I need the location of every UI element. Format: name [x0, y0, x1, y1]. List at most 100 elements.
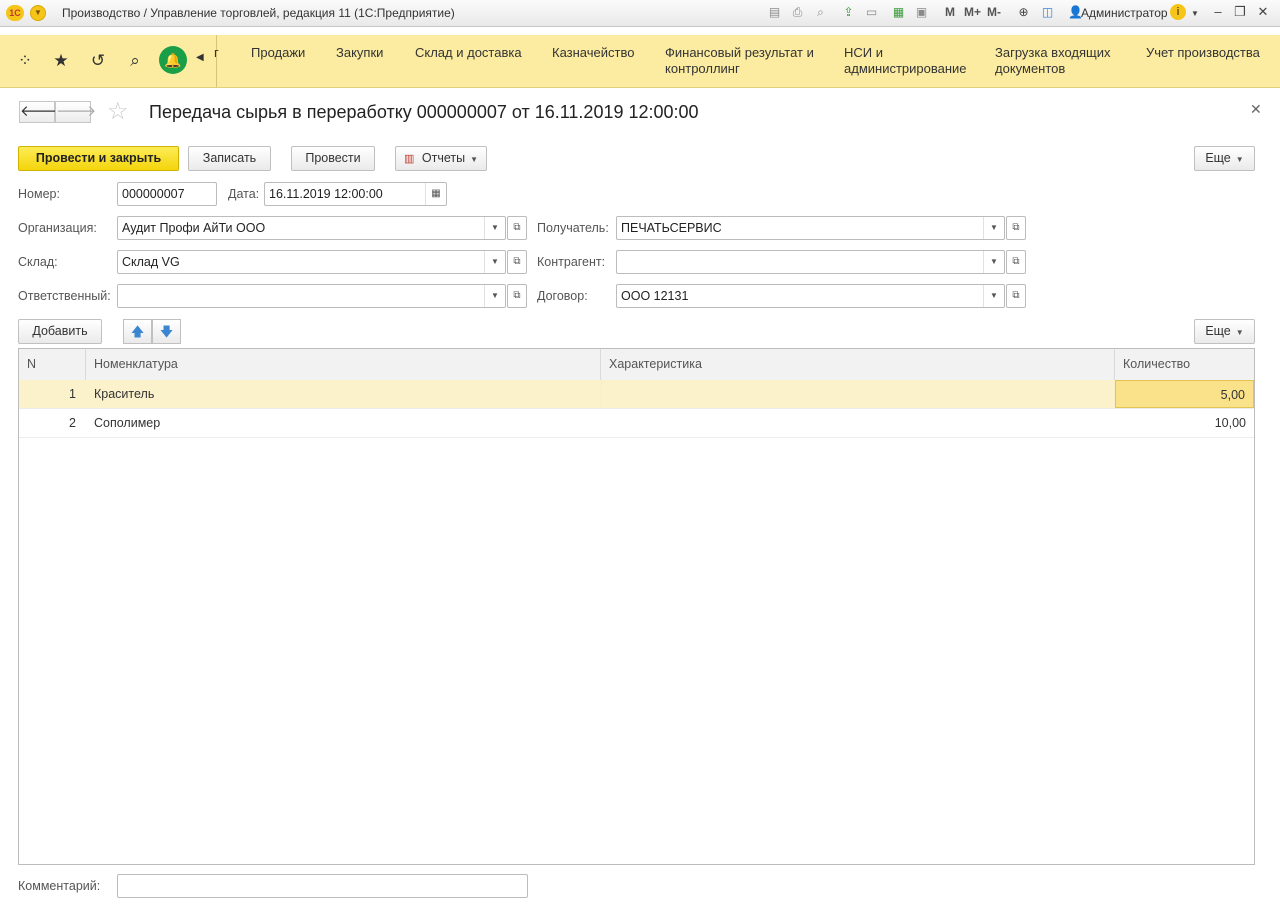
- row-quantity[interactable]: 5,00: [1115, 380, 1254, 408]
- column-header-n[interactable]: N: [19, 349, 86, 380]
- favorite-star-icon[interactable]: ☆: [107, 99, 129, 125]
- table-more-button[interactable]: Еще ▼: [1194, 319, 1255, 344]
- main-menu-button[interactable]: ▼: [30, 5, 46, 21]
- forward-button[interactable]: 🡒: [55, 101, 96, 123]
- row-quantity[interactable]: 10,00: [1115, 409, 1254, 437]
- apps-grid-icon[interactable]: ⁘: [14, 50, 36, 72]
- section-warehouse[interactable]: Склад и доставка: [415, 45, 522, 61]
- number-label: Номер:: [18, 187, 60, 201]
- document-icon[interactable]: ▭: [864, 5, 879, 20]
- chevron-down-icon: ▼: [470, 155, 479, 164]
- move-up-icon[interactable]: 🡅: [123, 319, 152, 344]
- column-header-nomenclature[interactable]: Номенклатура: [86, 349, 601, 380]
- column-header-characteristic[interactable]: Характеристика: [601, 349, 1115, 380]
- warehouse-field[interactable]: Склад VG ▼: [117, 250, 506, 274]
- section-financial-result-line2: контроллинг: [665, 61, 740, 76]
- chevron-down-icon[interactable]: ▼: [484, 285, 505, 307]
- recipient-label: Получатель:: [537, 221, 609, 235]
- row-characteristic[interactable]: [601, 409, 1115, 437]
- preview-icon[interactable]: ⌕: [813, 5, 828, 20]
- print-icon[interactable]: ⎙: [790, 5, 805, 20]
- info-icon[interactable]: i: [1170, 4, 1186, 20]
- collapse-arrow-icon[interactable]: ◀: [196, 52, 204, 63]
- save-icon[interactable]: ▤: [767, 5, 782, 20]
- comment-label: Комментарий:: [18, 879, 101, 893]
- date-field[interactable]: 16.11.2019 12:00:00 ▦: [264, 182, 447, 206]
- responsible-open-icon[interactable]: ⧉: [507, 284, 527, 308]
- reports-label: Отчеты: [421, 151, 466, 165]
- recipient-open-icon[interactable]: ⧉: [1006, 216, 1026, 240]
- chevron-down-icon[interactable]: ▼: [484, 251, 505, 273]
- minimize-icon[interactable]: –: [1209, 4, 1227, 20]
- chevron-down-icon[interactable]: ▼: [983, 217, 1004, 239]
- close-form-icon[interactable]: ✕: [1250, 101, 1262, 118]
- counterparty-field[interactable]: ▼: [616, 250, 1005, 274]
- zoom-icon[interactable]: ⊕: [1016, 5, 1031, 20]
- section-purchases[interactable]: Закупки: [336, 45, 383, 61]
- calendar-icon[interactable]: ▣: [914, 5, 929, 20]
- table-row[interactable]: 1 Краситель 5,00: [19, 380, 1254, 409]
- recipient-field[interactable]: ПЕЧАТЬСЕРВИС ▼: [616, 216, 1005, 240]
- section-partial[interactable]: г: [214, 45, 219, 61]
- restore-icon[interactable]: ❐: [1231, 4, 1249, 20]
- row-characteristic[interactable]: [601, 380, 1115, 408]
- close-window-icon[interactable]: ✕: [1254, 4, 1272, 20]
- organization-label: Организация:: [18, 221, 97, 235]
- history-icon[interactable]: ↺: [87, 50, 109, 72]
- organization-open-icon[interactable]: ⧉: [507, 216, 527, 240]
- date-value: 16.11.2019 12:00:00: [269, 187, 383, 201]
- favorites-star-icon[interactable]: ★: [50, 50, 72, 72]
- counterparty-open-icon[interactable]: ⧉: [1006, 250, 1026, 274]
- row-number: 2: [69, 416, 76, 430]
- memory-button[interactable]: M: [945, 5, 955, 20]
- comment-field[interactable]: [117, 874, 528, 898]
- contract-label: Договор:: [537, 289, 588, 303]
- move-down-icon[interactable]: 🡇: [152, 319, 181, 344]
- chevron-down-icon[interactable]: ▼: [484, 217, 505, 239]
- recipient-value: ПЕЧАТЬСЕРВИС: [621, 221, 722, 235]
- add-row-button[interactable]: Добавить: [18, 319, 102, 344]
- contract-open-icon[interactable]: ⧉: [1006, 284, 1026, 308]
- table-row[interactable]: 2 Сополимер 10,00: [19, 409, 1254, 438]
- section-incoming-docs-line1: Загрузка входящих: [995, 45, 1111, 60]
- info-dropdown-icon[interactable]: ▼: [1191, 9, 1199, 18]
- calculator-icon[interactable]: ▦: [891, 5, 906, 20]
- user-name[interactable]: Администратор: [1081, 6, 1168, 20]
- column-header-quantity[interactable]: Количество: [1115, 349, 1254, 380]
- upload-icon[interactable]: ⇪: [841, 5, 856, 20]
- back-button[interactable]: 🡐: [19, 101, 60, 123]
- calendar-picker-icon[interactable]: ▦: [425, 183, 446, 205]
- memory-minus-button[interactable]: M-: [987, 5, 1001, 20]
- memory-plus-button[interactable]: M+: [964, 5, 981, 20]
- reports-button[interactable]: ▥ Отчеты ▼: [395, 146, 487, 171]
- items-table[interactable]: N Номенклатура Характеристика Количество…: [18, 348, 1255, 865]
- warehouse-label: Склад:: [18, 255, 58, 269]
- more-button[interactable]: Еще ▼: [1194, 146, 1255, 171]
- panel-icon[interactable]: ◫: [1040, 5, 1055, 20]
- chevron-down-icon[interactable]: ▼: [983, 251, 1004, 273]
- organization-field[interactable]: Аудит Профи АйТи ООО ▼: [117, 216, 506, 240]
- window-title: Производство / Управление торговлей, ред…: [62, 6, 455, 20]
- section-financial-result[interactable]: Финансовый результат и контроллинг: [665, 45, 814, 77]
- warehouse-open-icon[interactable]: ⧉: [507, 250, 527, 274]
- section-production[interactable]: Учет производства: [1146, 45, 1260, 61]
- row-number: 1: [69, 387, 76, 401]
- post-and-close-button[interactable]: Провести и закрыть: [18, 146, 179, 171]
- row-nomenclature[interactable]: Краситель: [94, 380, 594, 408]
- section-treasury[interactable]: Казначейство: [552, 45, 634, 61]
- contract-field[interactable]: ООО 12131 ▼: [616, 284, 1005, 308]
- 1c-logo-icon: 1С: [6, 5, 24, 21]
- section-incoming-docs[interactable]: Загрузка входящих документов: [995, 45, 1110, 77]
- section-sales[interactable]: Продажи: [251, 45, 305, 61]
- post-button[interactable]: Провести: [291, 146, 375, 171]
- chevron-down-icon[interactable]: ▼: [983, 285, 1004, 307]
- section-nsi-admin[interactable]: НСИ и администрирование: [844, 45, 967, 77]
- responsible-field[interactable]: ▼: [117, 284, 506, 308]
- save-button[interactable]: Записать: [188, 146, 271, 171]
- tools-divider: [216, 35, 217, 87]
- notifications-bell-icon[interactable]: 🔔: [159, 46, 187, 74]
- search-icon[interactable]: ⌕: [124, 50, 146, 72]
- number-field[interactable]: 000000007: [117, 182, 217, 206]
- row-nomenclature[interactable]: Сополимер: [94, 409, 594, 437]
- page-title: Передача сырья в переработку 000000007 о…: [149, 102, 699, 122]
